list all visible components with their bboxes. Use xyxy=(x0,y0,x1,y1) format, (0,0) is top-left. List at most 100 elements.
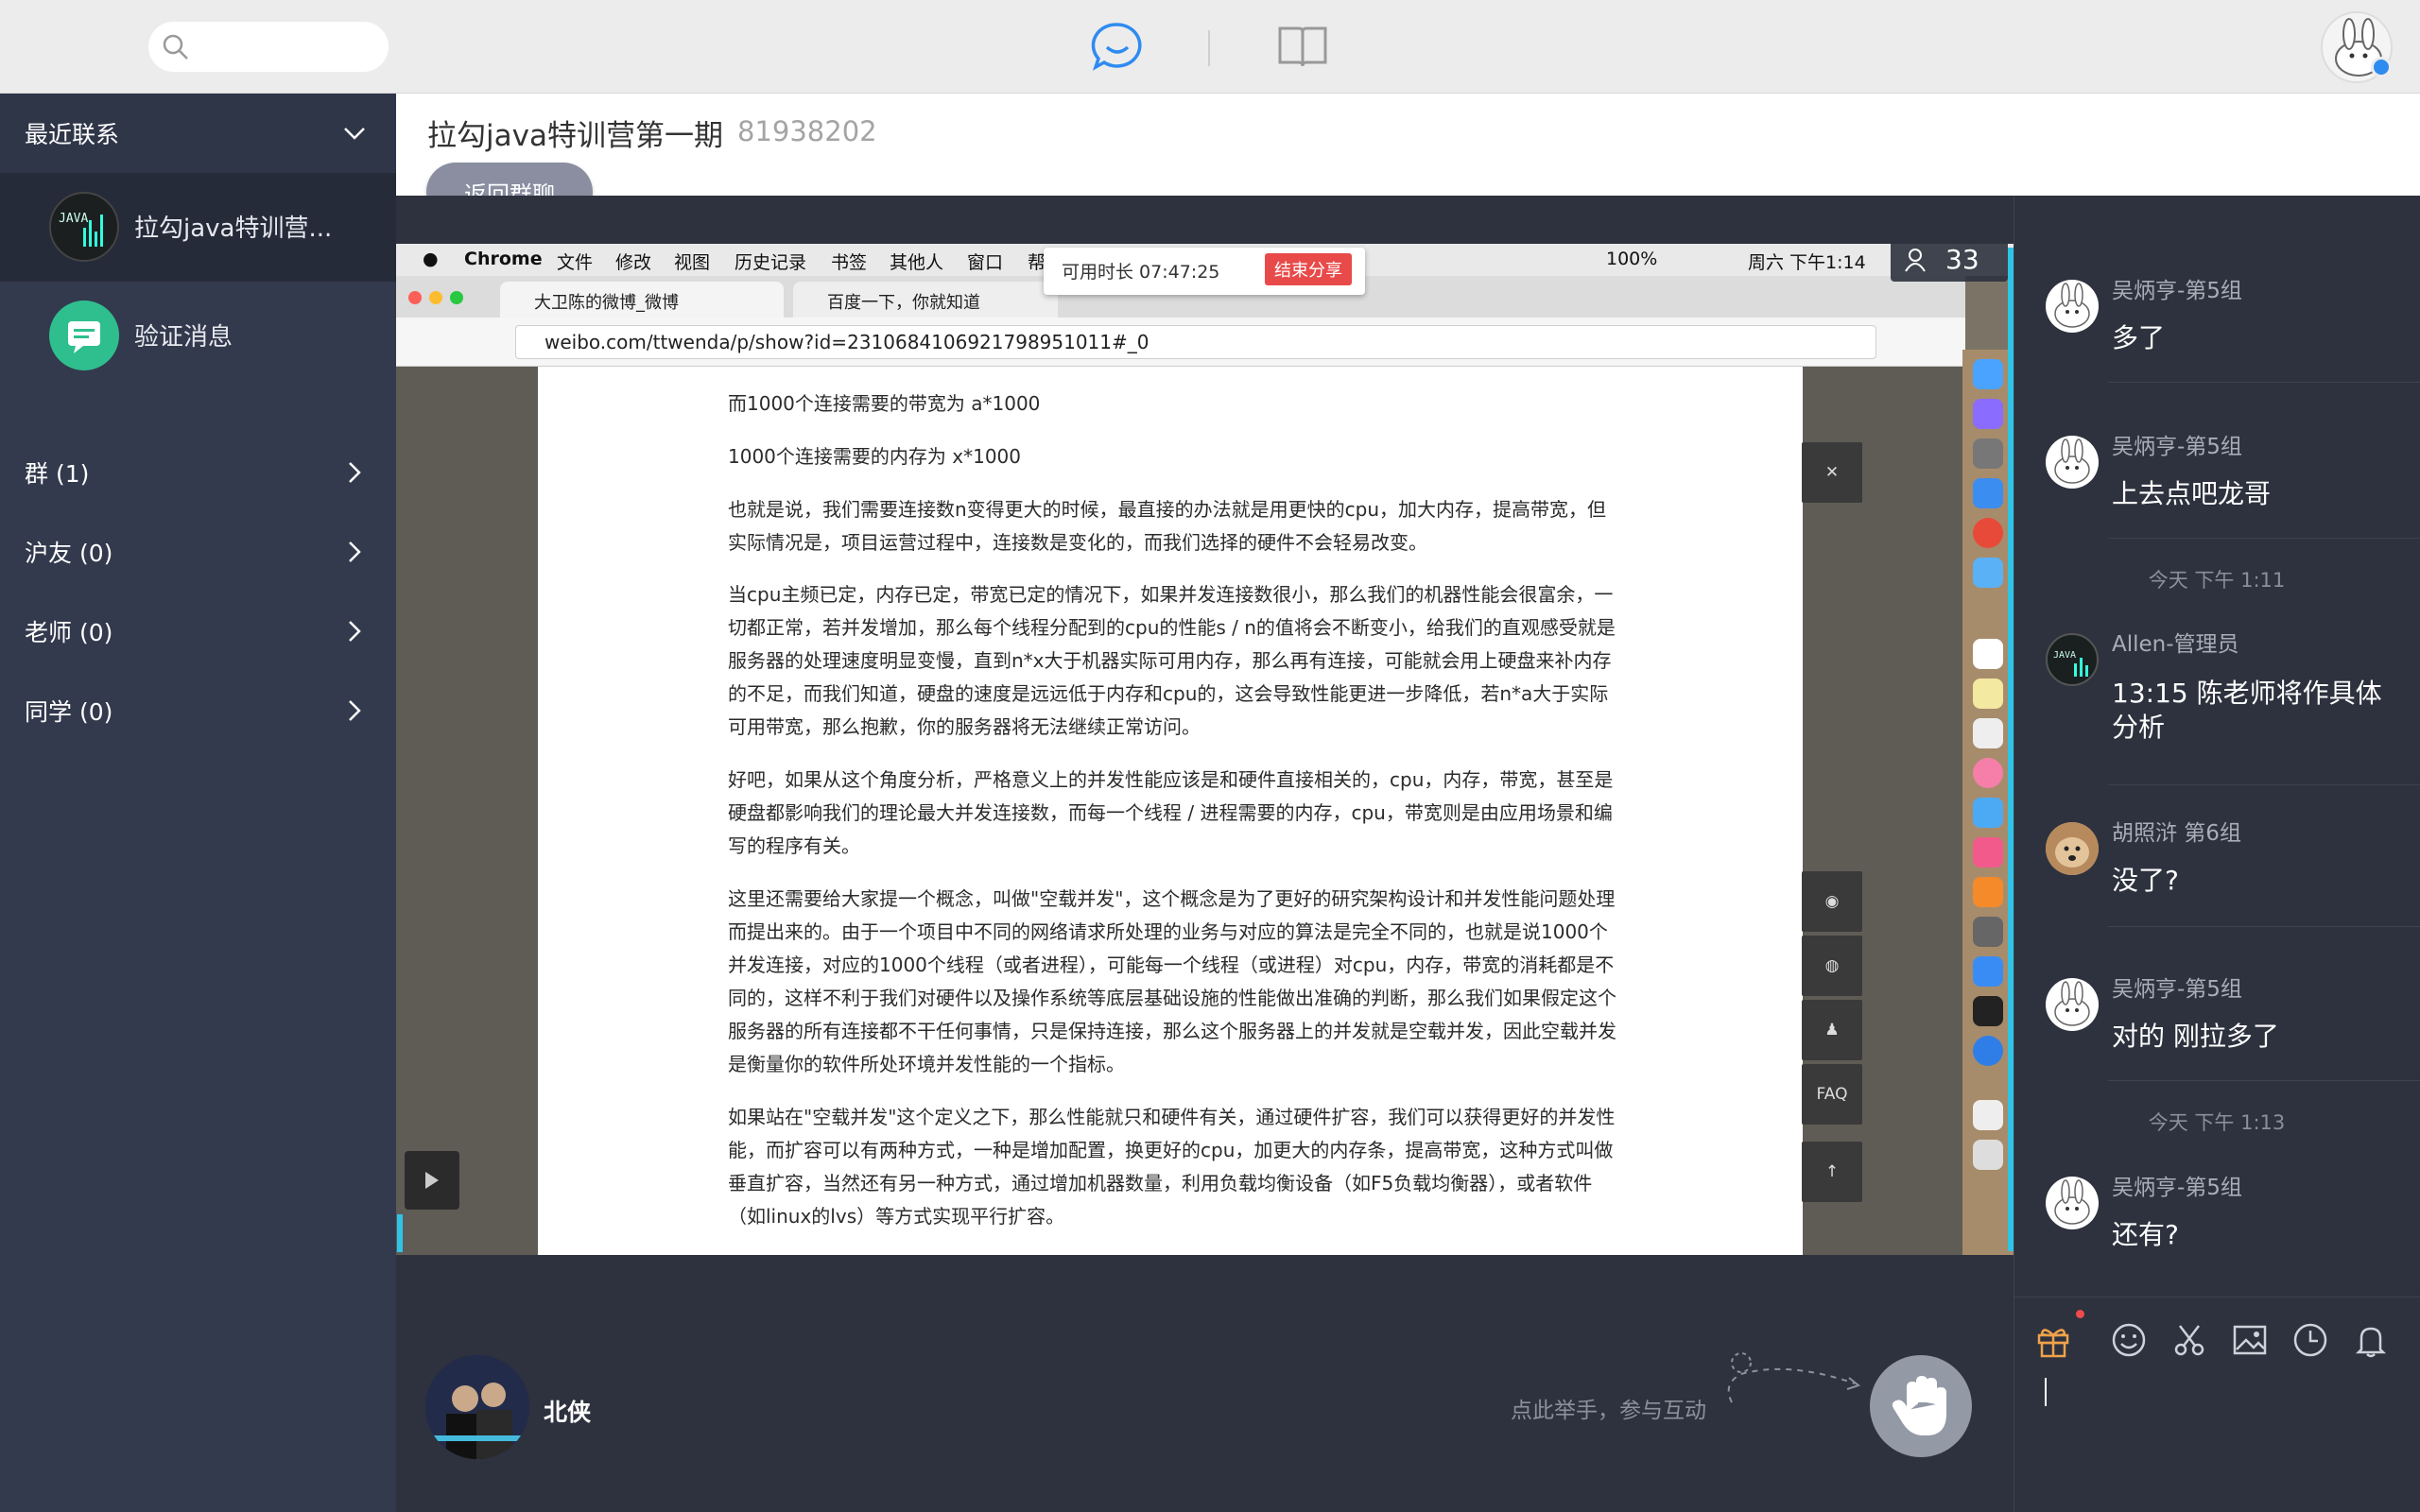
chat-tab-icon[interactable] xyxy=(1089,19,1146,76)
section-label: 老师 (0) xyxy=(25,619,113,646)
clock-icon[interactable] xyxy=(2291,1321,2329,1359)
svg-text:JAVA: JAVA xyxy=(2053,650,2076,661)
chevron-right-icon xyxy=(349,462,361,483)
dog-avatar xyxy=(2046,822,2099,875)
reminders-icon xyxy=(1973,718,2003,748)
photos-icon xyxy=(1973,558,2003,588)
faq-button: FAQ xyxy=(1802,1064,1862,1125)
rabbit-avatar xyxy=(2046,1177,2099,1229)
clock-status: 周六 下午1:14 xyxy=(1748,252,1866,273)
sender-name: 吴炳亨-第5组 xyxy=(2112,279,2242,303)
message-text: 还有? xyxy=(2112,1219,2179,1250)
divider xyxy=(2108,382,2420,383)
recent-contacts-label: 最近联系 xyxy=(25,121,120,148)
books-icon xyxy=(1973,877,2003,907)
play-icon xyxy=(405,1151,459,1210)
siri-icon xyxy=(1973,399,2003,429)
text-cursor xyxy=(2045,1378,2047,1406)
menu-item: 历史记录 xyxy=(735,252,807,273)
chevron-right-icon xyxy=(349,700,361,721)
scissors-icon[interactable] xyxy=(2170,1321,2208,1359)
chevron-down-icon xyxy=(344,128,365,140)
chevron-right-icon xyxy=(349,621,361,642)
divider xyxy=(2108,1080,2420,1081)
message-text: 13:15 陈老师将作具体分析 xyxy=(2112,678,2382,743)
share-timer: 可用时长 07:47:25 xyxy=(1062,262,1220,283)
trash-icon xyxy=(1973,1140,2003,1170)
message-text: 没了? xyxy=(2112,865,2179,896)
gift-icon[interactable] xyxy=(2034,1321,2072,1359)
article-paragraph: 而1000个连接需要的带宽为 a*1000 xyxy=(728,392,1041,415)
weibo-icon: ◉ xyxy=(1802,871,1862,932)
raise-hand-button[interactable] xyxy=(1870,1355,1972,1457)
rabbit-avatar xyxy=(2046,280,2099,333)
sidebar-section-friends[interactable]: 沪友 (0) xyxy=(0,512,396,592)
chat-timestamp: 今天 下午 1:13 xyxy=(2148,1111,2286,1134)
raise-hand-hint: 点此举手，参与互动 xyxy=(1511,1399,1706,1423)
article-paragraph: 好吧，如果从这个角度分析，严格意义上的并发性能应该是和硬件直接相关的，cpu，内… xyxy=(728,768,1614,857)
calendar-icon xyxy=(1973,639,2003,669)
menu-item: Chrome xyxy=(464,249,543,269)
presenter-name: 北侠 xyxy=(544,1399,592,1426)
group-avatar: JAVA xyxy=(49,192,119,262)
safari-icon xyxy=(1973,478,2003,508)
conversation-name: 拉勾java特训营... xyxy=(134,215,333,243)
status-dot xyxy=(2371,57,2392,77)
user-icon xyxy=(1905,249,1926,272)
app-icon xyxy=(1973,1036,2003,1066)
section-label: 沪友 (0) xyxy=(25,540,113,567)
sidebar-section-teachers[interactable]: 老师 (0) xyxy=(0,592,396,671)
recent-contacts-header[interactable]: 最近联系 xyxy=(0,94,396,173)
share-border xyxy=(397,1214,403,1252)
svg-text:JAVA: JAVA xyxy=(59,212,88,226)
book-tab-icon[interactable] xyxy=(1274,19,1331,76)
messages-icon xyxy=(1973,798,2003,828)
tab-divider xyxy=(1208,30,1210,66)
viewer-count-badge: 33 xyxy=(1891,238,2008,282)
menu-item: 文件 xyxy=(557,252,594,273)
sender-name: 吴炳亨-第5组 xyxy=(2112,1176,2242,1200)
photos-app-icon xyxy=(1973,758,2003,788)
notes-icon xyxy=(1973,679,2003,709)
close-icon: ✕ xyxy=(1802,442,1862,503)
launchpad-icon xyxy=(1973,438,2003,469)
article-paragraph: 也就是说，我们需要连接数n变得更大的时候，最直接的办法就是用更快的cpu，加大内… xyxy=(728,498,1607,554)
menu-item: 修改 xyxy=(615,252,652,273)
page-title: 拉勾java特训营第一期 xyxy=(427,119,723,153)
battery-status: 100% xyxy=(1606,249,1658,269)
menu-item: 窗口 xyxy=(967,252,1004,273)
bell-icon[interactable] xyxy=(2352,1321,2390,1359)
image-icon[interactable] xyxy=(2231,1321,2269,1359)
emoji-icon[interactable] xyxy=(2110,1321,2148,1359)
divider xyxy=(2108,538,2420,539)
browser-tab: 大卫陈的微博_微博 xyxy=(500,282,784,318)
document-icon xyxy=(1973,1100,2003,1130)
sidebar-section-classmates[interactable]: 同学 (0) xyxy=(0,671,396,750)
browser-tab: 百度一下，你就知道 xyxy=(793,282,1058,318)
menu-item: 书签 xyxy=(831,252,868,273)
sidebar: 最近联系 JAVA 拉勾java特训营... 验证消息 群 (1) 沪友 (0)… xyxy=(0,94,396,1512)
search-input[interactable] xyxy=(148,22,389,72)
viewer-count: 33 xyxy=(1945,244,1979,275)
notification-dot xyxy=(2076,1310,2084,1318)
conversation-item-group[interactable]: JAVA 拉勾java特训营... xyxy=(0,173,396,282)
message-icon xyxy=(49,301,119,370)
menu-item: 视图 xyxy=(674,252,711,273)
sidebar-section-groups[interactable]: 群 (1) xyxy=(0,433,396,512)
stop-share-button: 结束分享 xyxy=(1265,253,1352,285)
section-label: 同学 (0) xyxy=(25,698,113,726)
search-icon xyxy=(163,34,188,60)
sender-name: 吴炳亨-第5组 xyxy=(2112,977,2242,1002)
sender-name: 吴炳亨-第5组 xyxy=(2112,435,2242,459)
conversation-name: 验证消息 xyxy=(134,323,233,352)
chat-timestamp: 今天 下午 1:11 xyxy=(2148,569,2286,592)
article-paragraph: 如果站在"空载并发"这个定义之下，那么性能就只和硬件有关，通过硬件扩容，我们可以… xyxy=(728,1106,1616,1228)
window-controls-icon xyxy=(408,291,463,304)
conversation-item-verify[interactable]: 验证消息 xyxy=(0,282,396,390)
message-text: 上去点吧龙哥 xyxy=(2112,478,2272,509)
dashed-arrow-icon xyxy=(1727,1352,1861,1403)
apple-icon: ● xyxy=(423,249,439,269)
java-avatar: JAVA xyxy=(2046,633,2099,686)
rabbit-avatar xyxy=(2046,978,2099,1031)
bell-icon: ♟ xyxy=(1802,1000,1862,1060)
